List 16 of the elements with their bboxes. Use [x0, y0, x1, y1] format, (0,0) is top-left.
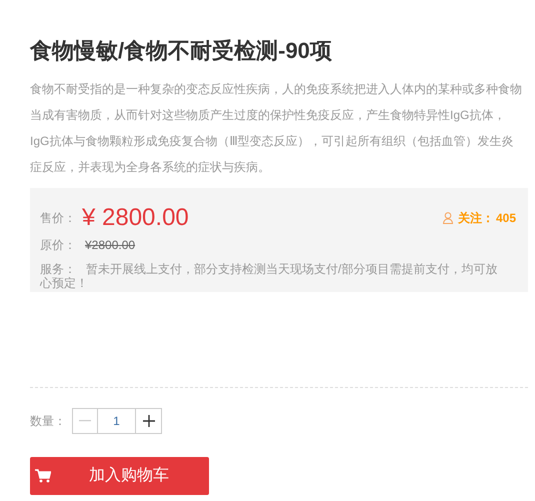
- original-price-label: 原价：: [40, 237, 77, 254]
- user-icon: [442, 212, 453, 224]
- plus-icon: [142, 415, 154, 427]
- add-to-cart-button[interactable]: 加入购物车: [30, 457, 209, 495]
- quantity-field[interactable]: 1: [98, 409, 136, 433]
- original-price: ¥2800.00: [85, 237, 136, 254]
- service-text: 服务： 暂未开展线上支付，部分支持检测当天现场支付/部分项目需提前支付，均可放心预定！: [40, 262, 498, 290]
- sale-price: ¥ 2800.00: [82, 203, 189, 233]
- follow-label: 关注：: [458, 210, 494, 227]
- product-title: 食物慢敏/食物不耐受检测-90项: [30, 37, 333, 65]
- minus-icon: [79, 420, 91, 422]
- product-description: 食物不耐受指的是一种复杂的变态反应性疾病，人的免疫系统把进入人体内的某种或多种食物当成有害物质，从而针对这些物质产生过度的保护性免疫反应，产生食物特异性IgG抗体，IgG抗体与食物颗粒形成免疫复合物（Ⅲ型变态反应），可引起所有组织（包括血管）发生炎症反应，并表现为全身各系统的症状与疾病。: [30, 81, 523, 176]
- follow-count: 405: [496, 210, 516, 227]
- cart-icon: [35, 469, 51, 483]
- quantity-label: 数量：: [30, 413, 67, 430]
- price-label: 售价：: [40, 210, 76, 227]
